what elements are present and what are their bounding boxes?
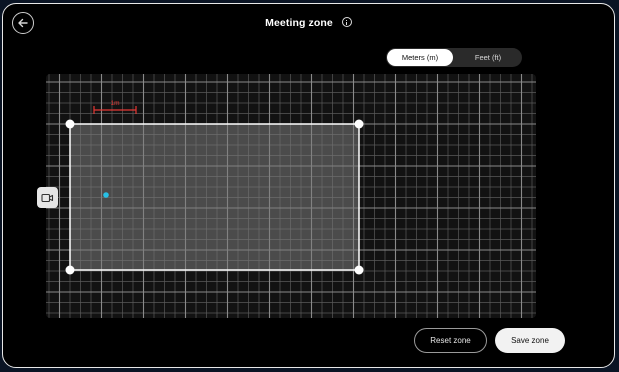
zone-handle-bottom-right[interactable]: [354, 265, 364, 275]
meeting-zone-area[interactable]: [69, 123, 360, 271]
zone-handle-top-left[interactable]: [65, 119, 75, 129]
meeting-zone-window: Meeting zone Meters (m) Feet (ft) 1m Res…: [2, 3, 615, 368]
zone-grid[interactable]: 1m: [46, 74, 536, 318]
scale-label: 1m: [110, 100, 119, 107]
zone-handle-top-right[interactable]: [354, 119, 364, 129]
reset-zone-button[interactable]: Reset zone: [414, 328, 487, 353]
camera-icon: [37, 187, 58, 208]
unit-toggle: Meters (m) Feet (ft): [386, 48, 522, 67]
zone-handle-bottom-left[interactable]: [65, 265, 75, 275]
save-zone-button[interactable]: Save zone: [495, 328, 565, 353]
unit-option-feet[interactable]: Feet (ft): [455, 49, 521, 66]
zone-grid-canvas[interactable]: 1m: [46, 74, 536, 318]
title-bar: Meeting zone: [3, 17, 614, 29]
unit-option-meters[interactable]: Meters (m): [387, 49, 453, 66]
page-title: Meeting zone: [265, 17, 333, 29]
participant-marker: [103, 192, 109, 198]
info-icon[interactable]: [341, 17, 352, 28]
